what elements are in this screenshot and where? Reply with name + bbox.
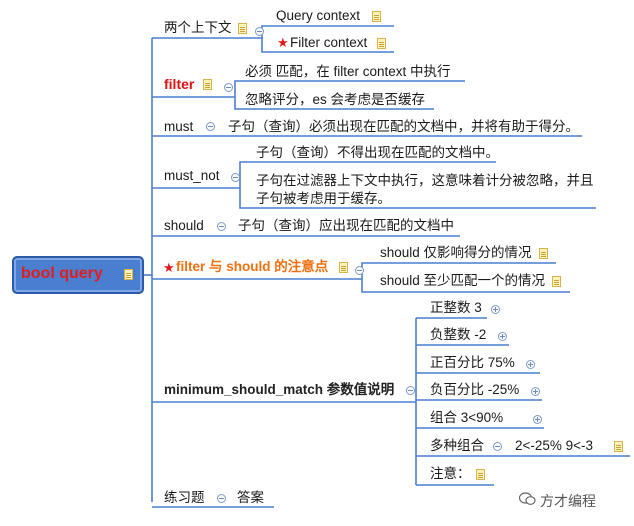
branch-must[interactable]: must <box>164 118 193 136</box>
collapse-icon[interactable] <box>224 83 233 92</box>
node-should-desc[interactable]: 子句（查询）应出现在匹配的文档中 <box>238 217 454 235</box>
collapse-icon[interactable] <box>493 442 502 451</box>
note-icon[interactable] <box>238 23 247 34</box>
branch-should[interactable]: should <box>164 217 204 235</box>
collapse-icon[interactable] <box>206 122 215 131</box>
collapse-icon[interactable] <box>217 222 226 231</box>
expand-icon[interactable] <box>498 332 507 341</box>
branch-filter-should[interactable]: filter 与 should 的注意点 <box>176 258 328 276</box>
branch-filter[interactable]: filter <box>164 75 194 93</box>
node-must-not-filter-ctx[interactable]: 子句在过滤器上下文中执行，这意味着计分被忽略，并且 <box>256 172 594 190</box>
expand-icon[interactable] <box>533 415 542 424</box>
collapse-icon[interactable] <box>217 494 226 503</box>
branch-must-not[interactable]: must_not <box>164 167 220 185</box>
note-icon[interactable] <box>377 38 386 49</box>
node-msm-negative-int[interactable]: 负整数 -2 <box>430 326 486 344</box>
collapse-icon[interactable] <box>231 173 240 182</box>
node-msm-negative-pct[interactable]: 负百分比 -25% <box>430 381 519 399</box>
node-query-context[interactable]: Query context <box>276 7 360 25</box>
node-msm-note[interactable]: 注意： <box>430 465 471 483</box>
node-msm-positive-int[interactable]: 正整数 3 <box>430 299 482 317</box>
node-msm-multi-combo[interactable]: 多种组合 <box>430 437 484 455</box>
note-icon[interactable] <box>339 262 348 273</box>
star-icon: ★ <box>163 260 175 275</box>
node-filter-must-match[interactable]: 必须 匹配，在 filter context 中执行 <box>245 63 451 81</box>
collapse-icon[interactable] <box>355 266 364 275</box>
node-exercise-answer[interactable]: 答案 <box>237 489 264 507</box>
expand-icon[interactable] <box>491 305 500 314</box>
note-icon[interactable] <box>372 11 381 22</box>
expand-icon[interactable] <box>526 360 535 369</box>
branch-minimum-should-match[interactable]: minimum_should_match 参数值说明 <box>164 381 394 399</box>
wechat-icon <box>519 492 536 505</box>
star-icon: ★ <box>277 35 289 50</box>
collapse-icon[interactable] <box>255 27 264 36</box>
note-icon[interactable] <box>552 276 561 287</box>
note-icon[interactable] <box>539 248 548 259</box>
node-must-not-desc[interactable]: 子句（查询）不得出现在匹配的文档中。 <box>256 144 499 162</box>
node-should-at-least-one[interactable]: should 至少匹配一个的情况 <box>380 272 545 290</box>
watermark-text: 方才编程 <box>540 493 596 509</box>
node-filter-ignore-score[interactable]: 忽略评分，es 会考虑是否缓存 <box>245 91 425 109</box>
note-icon[interactable] <box>124 269 133 280</box>
branch-contexts[interactable]: 两个上下文 <box>164 19 232 37</box>
root-label: bool query <box>21 265 103 282</box>
expand-icon[interactable] <box>531 387 540 396</box>
node-msm-multi-combo-value[interactable]: 2<-25% 9<-3 <box>515 437 593 455</box>
note-icon[interactable] <box>476 469 485 480</box>
note-icon[interactable] <box>203 79 212 90</box>
node-should-score-only[interactable]: should 仅影响得分的情况 <box>380 244 532 262</box>
node-msm-positive-pct[interactable]: 正百分比 75% <box>430 354 515 372</box>
node-must-not-cache[interactable]: 子句被考虑用于缓存。 <box>256 190 391 208</box>
note-icon[interactable] <box>614 441 623 452</box>
node-must-desc[interactable]: 子句（查询）必须出现在匹配的文档中，并将有助于得分。 <box>228 118 579 136</box>
node-filter-context[interactable]: Filter context <box>290 34 367 52</box>
branch-exercise[interactable]: 练习题 <box>164 489 205 507</box>
node-msm-combo[interactable]: 组合 3<90% <box>430 409 503 427</box>
collapse-icon[interactable] <box>406 386 415 395</box>
